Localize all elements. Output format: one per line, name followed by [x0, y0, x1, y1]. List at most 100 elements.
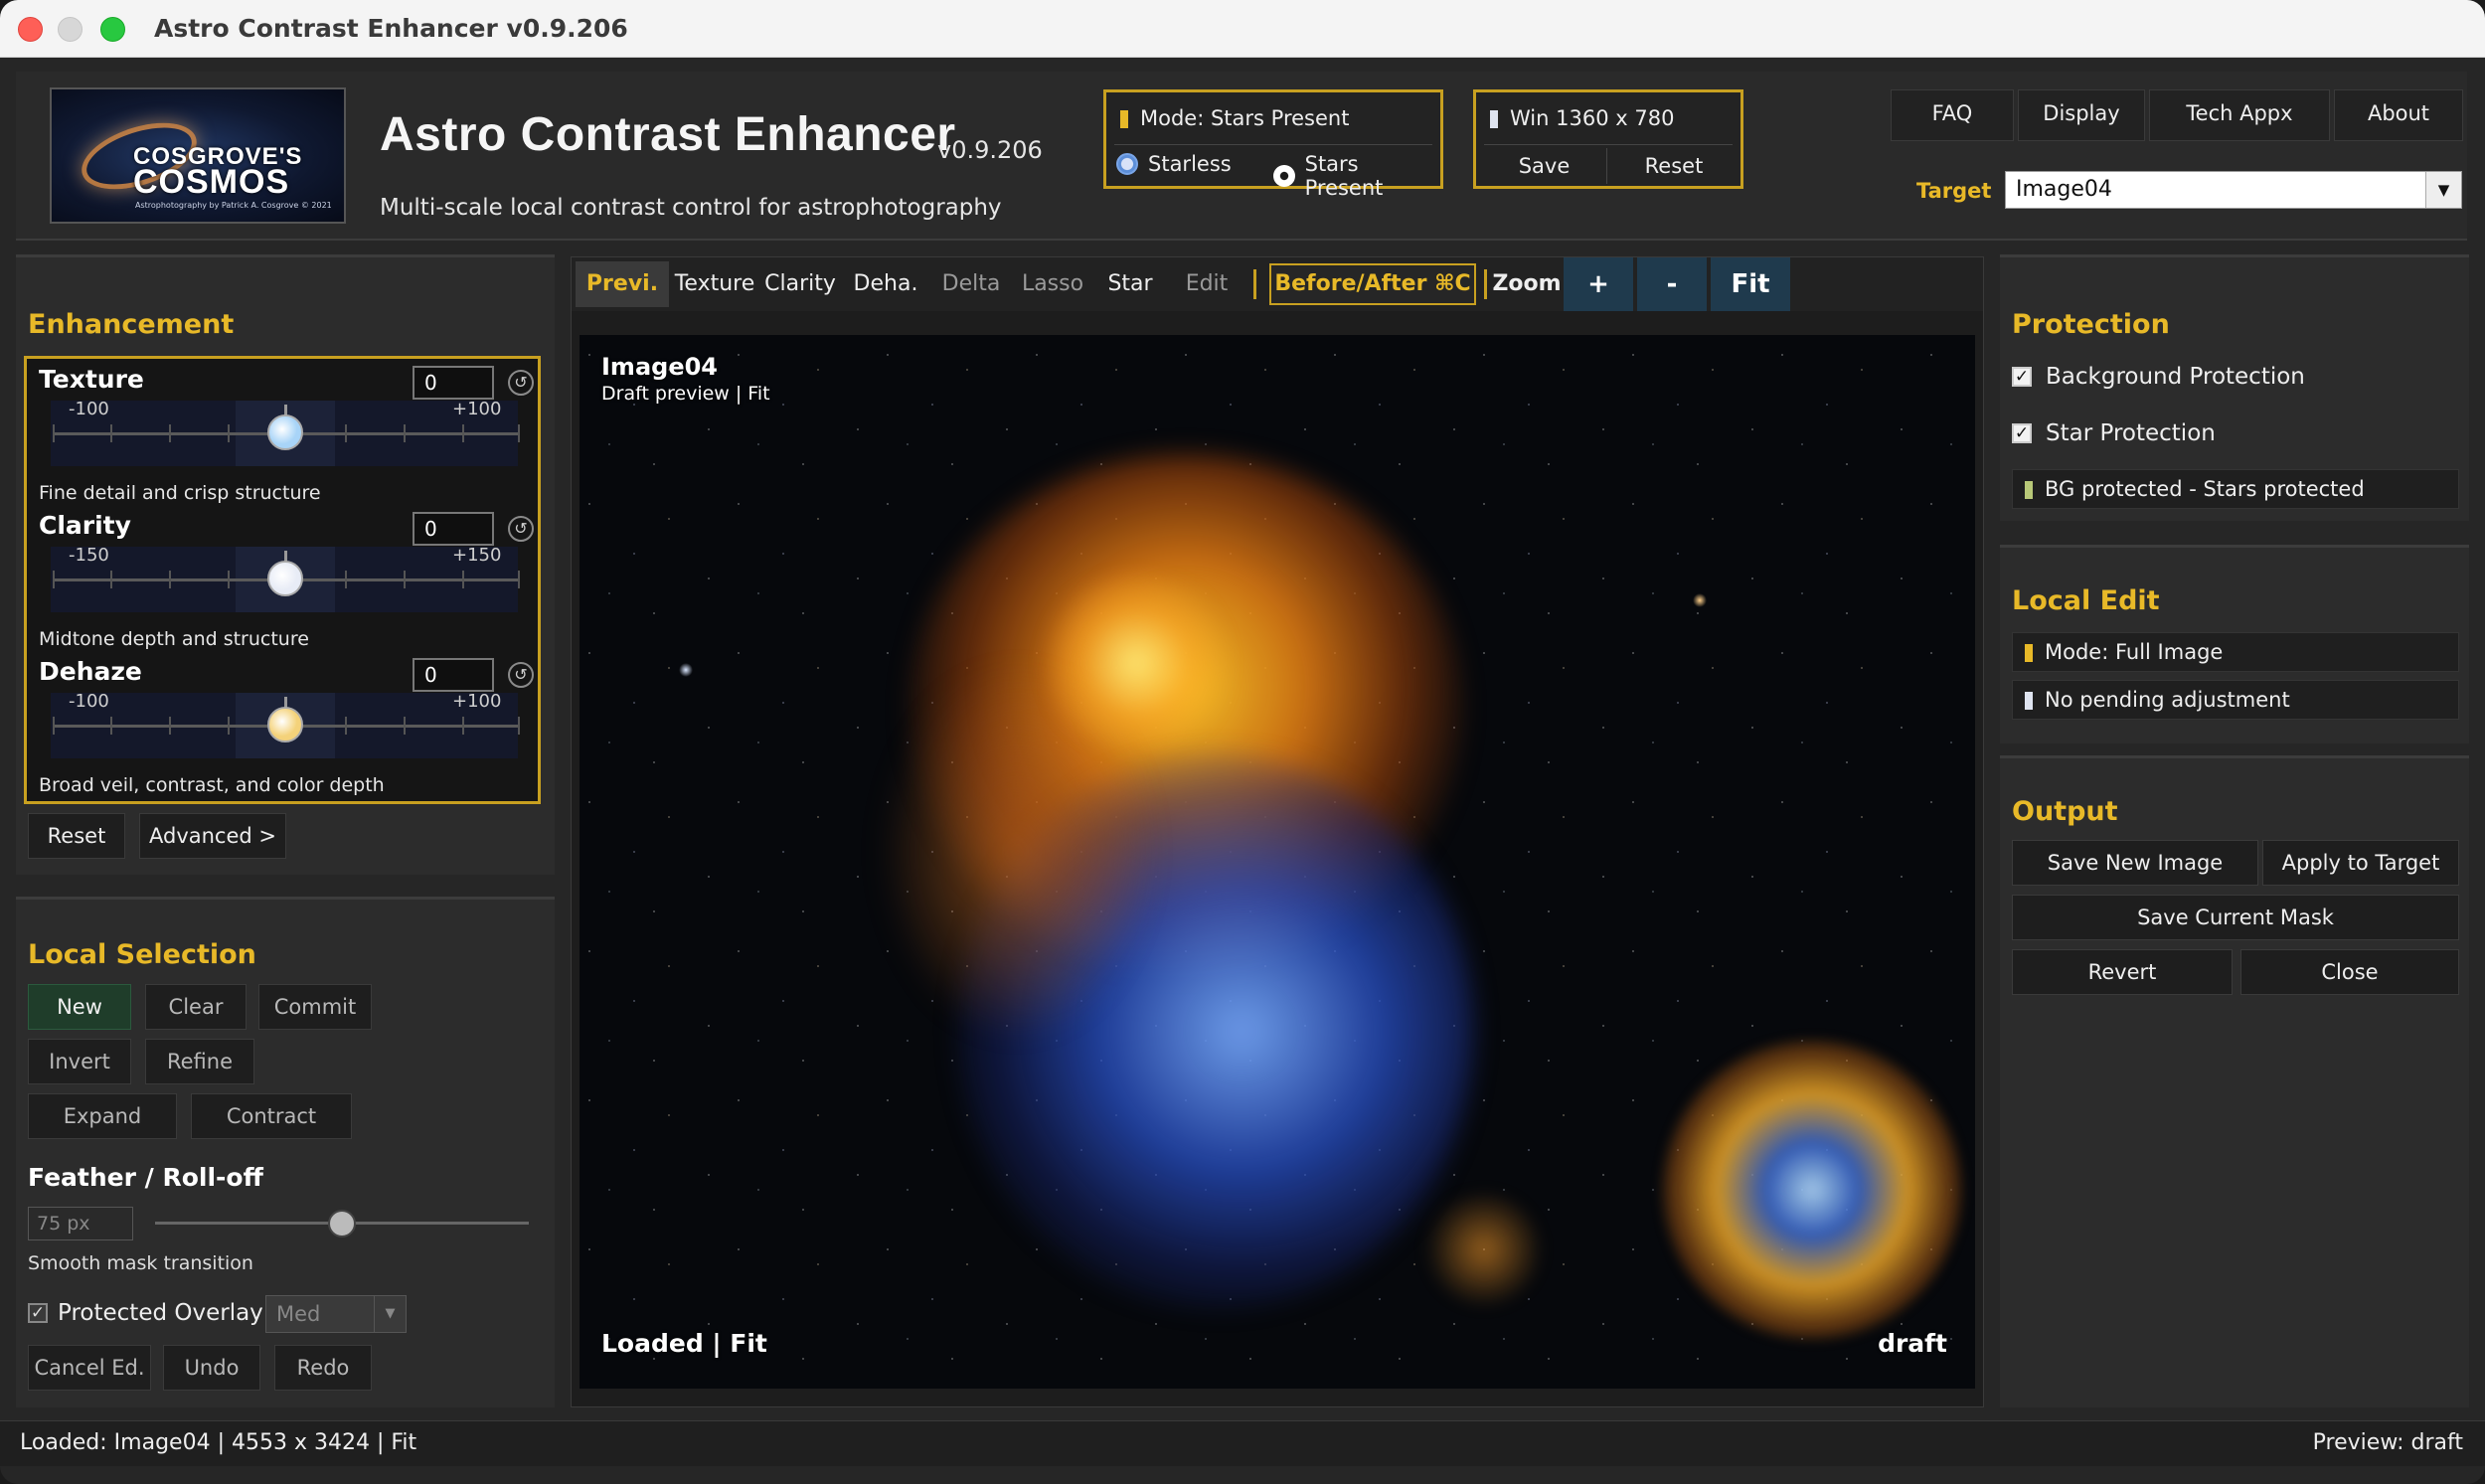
stars-present-radio[interactable]: Stars Present	[1273, 152, 1440, 200]
divider	[1484, 144, 1733, 145]
tab-lasso[interactable]: Lasso	[1013, 261, 1092, 307]
tab-edit[interactable]: Edit	[1168, 261, 1245, 307]
clarity-slider-knob[interactable]	[267, 561, 303, 596]
target-select[interactable]: Image04 ▼	[2005, 171, 2462, 209]
tab-clarity[interactable]: Clarity	[760, 261, 840, 307]
revert-button[interactable]: Revert	[2012, 949, 2233, 995]
undo-button[interactable]: Undo	[163, 1345, 260, 1391]
chevron-down-icon[interactable]: ▼	[2425, 172, 2461, 208]
close-window-button[interactable]	[18, 17, 43, 42]
window-size-indicator-icon	[1490, 110, 1498, 128]
zoom-window-button[interactable]	[100, 17, 125, 42]
save-new-image-button[interactable]: Save New Image	[2012, 840, 2258, 886]
tab-texture[interactable]: Texture	[671, 261, 758, 307]
tech-appx-button[interactable]: Tech Appx	[2149, 89, 2330, 141]
starless-label: Starless	[1148, 152, 1232, 176]
tick	[169, 571, 171, 588]
clarity-description: Midtone depth and structure	[39, 628, 309, 650]
zoom-out-button[interactable]: -	[1637, 257, 1707, 311]
enhancement-reset-button[interactable]: Reset	[28, 813, 125, 859]
clear-selection-button[interactable]: Clear	[145, 984, 247, 1030]
tick	[345, 571, 347, 588]
checkbox-checked-icon: ✓	[2012, 423, 2032, 443]
apply-to-target-button[interactable]: Apply to Target	[2262, 840, 2459, 886]
window-title: Astro Contrast Enhancer v0.9.206	[154, 14, 628, 43]
logo-line3: Astrophotography by Patrick A. Cosgrove …	[135, 201, 332, 210]
fit-button[interactable]: Fit	[1711, 257, 1790, 311]
tick	[53, 717, 55, 735]
display-button[interactable]: Display	[2018, 89, 2145, 141]
texture-max-label: +100	[452, 399, 502, 419]
local-selection-heading: Local Selection	[28, 939, 256, 970]
feather-value-input[interactable]: 75 px	[28, 1207, 133, 1240]
tick	[110, 717, 112, 735]
nebula-patch	[1424, 1190, 1544, 1309]
new-selection-button[interactable]: New	[28, 984, 131, 1030]
bright-star	[679, 663, 693, 677]
save-window-size-button[interactable]: Save	[1482, 148, 1607, 184]
dehaze-reset-icon[interactable]: ↺	[508, 662, 534, 688]
faq-button[interactable]: FAQ	[1891, 89, 2014, 141]
tab-preview[interactable]: Previ.	[576, 261, 669, 307]
chevron-down-icon: ▼	[374, 1296, 406, 1332]
texture-reset-icon[interactable]: ↺	[508, 370, 534, 396]
protected-overlay-checkbox[interactable]: ✓ Protected Overlay	[28, 1300, 263, 1326]
before-after-toggle[interactable]: Before/After ⌘C	[1269, 263, 1476, 305]
star-protection-checkbox[interactable]: ✓ Star Protection	[2012, 420, 2216, 446]
image-name-overlay: Image04	[601, 353, 718, 381]
tab-dehaze[interactable]: Deha.	[844, 261, 927, 307]
zoom-in-button[interactable]: +	[1564, 257, 1633, 311]
dehaze-value-input[interactable]: 0	[413, 658, 494, 692]
close-button[interactable]: Close	[2240, 949, 2459, 995]
image-preview-canvas[interactable]: Image04 Draft preview | Fit Loaded | Fit…	[580, 335, 1975, 1389]
tick	[228, 424, 230, 442]
invert-selection-button[interactable]: Invert	[28, 1039, 131, 1084]
minimize-window-button[interactable]	[58, 17, 83, 42]
image-sub-overlay: Draft preview | Fit	[601, 383, 770, 405]
divider	[1253, 269, 1256, 299]
refine-selection-button[interactable]: Refine	[145, 1039, 254, 1084]
app-title: Astro Contrast Enhancer	[380, 108, 956, 161]
local-edit-mode-text: Mode: Full Image	[2045, 640, 2224, 664]
dehaze-slider-knob[interactable]	[267, 707, 303, 742]
tab-star[interactable]: Star	[1094, 261, 1166, 307]
tab-delta[interactable]: Delta	[931, 261, 1011, 307]
app-window: Astro Contrast Enhancer v0.9.206 COSGROV…	[0, 0, 2485, 1484]
starless-radio[interactable]: Starless	[1116, 152, 1232, 176]
overlay-level-select[interactable]: Med ▼	[265, 1295, 407, 1333]
advanced-button[interactable]: Advanced >	[139, 813, 286, 859]
texture-slider-knob[interactable]	[267, 414, 303, 450]
clarity-reset-icon[interactable]: ↺	[508, 516, 534, 542]
reset-window-size-button[interactable]: Reset	[1611, 148, 1737, 184]
feather-slider-knob[interactable]	[328, 1210, 356, 1237]
star-protection-label: Star Protection	[2046, 420, 2216, 446]
commit-selection-button[interactable]: Commit	[258, 984, 372, 1030]
mode-status: Mode: Stars Present	[1120, 106, 1349, 130]
about-button[interactable]: About	[2334, 89, 2463, 141]
tick	[462, 717, 464, 735]
local-edit-heading: Local Edit	[2012, 585, 2160, 616]
background-protection-checkbox[interactable]: ✓ Background Protection	[2012, 364, 2305, 390]
redo-button[interactable]: Redo	[274, 1345, 372, 1391]
texture-value-input[interactable]: 0	[413, 366, 494, 400]
texture-label: Texture	[39, 365, 144, 394]
protection-heading: Protection	[2012, 309, 2170, 340]
window-size-box: Win 1360 x 780 Save Reset	[1473, 89, 1743, 189]
clarity-value-input[interactable]: 0	[413, 512, 494, 546]
protection-status-text: BG protected - Stars protected	[2045, 477, 2365, 501]
contract-selection-button[interactable]: Contract	[191, 1093, 352, 1139]
preview-panel: Previ. Texture Clarity Deha. Delta Lasso…	[571, 256, 1984, 1407]
window-size-text: Win 1360 x 780	[1510, 106, 1675, 130]
expand-selection-button[interactable]: Expand	[28, 1093, 177, 1139]
logo-line2: COSMOS	[133, 163, 290, 201]
tick	[462, 424, 464, 442]
preview-tab-bar: Previ. Texture Clarity Deha. Delta Lasso…	[572, 257, 1983, 311]
checkbox-checked-icon: ✓	[28, 1303, 48, 1323]
save-current-mask-button[interactable]: Save Current Mask	[2012, 895, 2459, 940]
app-subtitle: Multi-scale local contrast control for a…	[380, 195, 1002, 221]
radio-selected-icon	[1273, 165, 1295, 187]
cancel-edit-button[interactable]: Cancel Ed.	[28, 1345, 151, 1391]
texture-slider-group: Texture 0 ↺ -100 +100 Fine detail and cr…	[35, 361, 534, 506]
enhancement-sliders-box: Texture 0 ↺ -100 +100 Fine detail and cr…	[24, 356, 541, 804]
tick	[462, 571, 464, 588]
